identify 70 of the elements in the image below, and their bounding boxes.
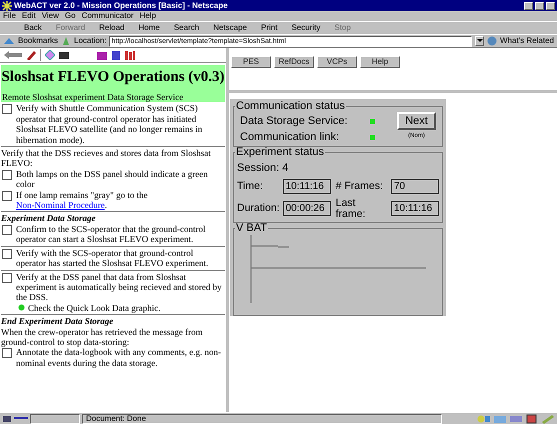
status-text: Document: Done [82,414,442,424]
toolbar-button[interactable]: Print [261,24,278,32]
field-label: Last frame: [336,198,366,219]
whats-related-button[interactable]: What's Related [500,37,554,45]
menu-item[interactable]: Go [64,12,76,20]
checkbox[interactable] [2,272,12,282]
window-title: WebACT ver 2.0 - Mission Operations [Basic] - Netscape [14,2,229,10]
checkbox[interactable] [2,224,12,235]
section-heading: Experiment Data Storage [1,213,97,224]
checkbox[interactable] [2,190,12,201]
dropdown-button[interactable] [475,36,484,46]
value-field: 10:11:16 [282,179,331,194]
menu-item[interactable]: Help [140,12,156,20]
procedure-title: Sloshsat FLEVO Operations (v0.3) [1,68,225,87]
toolbar-button[interactable]: Home [138,24,160,32]
progress-panel [30,414,80,424]
location-label: Location: [74,37,106,45]
checkbox[interactable] [2,170,12,180]
toolbar-button[interactable]: Security [291,24,320,32]
toolbar-button[interactable]: Netscape [213,24,247,32]
procedure-subtitle: Remote Sloshsat experiment Data Storage Service [1,91,184,102]
checklist-text: Verify at the DSS panel that data from Sloshsat experiment is automatically being recieved and stored by the DSS. [16,272,223,303]
caret-icon [476,39,482,43]
field-label: # Frames: [336,181,384,192]
group-title: Experiment status [235,147,326,158]
status-label: Data Storage Service: [240,116,349,127]
field-label: Time: [237,181,264,192]
instruction-text: Verify that the DSS recieves and stores data from Sloshsat FLEVO: [1,148,212,169]
group-title: Communication status [235,101,346,112]
value-field: 10:11:16 [391,201,439,216]
checklist-text: Annotate the data-logbook with any comments, e.g. non-nominal events during the data storage. [16,347,222,368]
menu-item[interactable]: Communicator [82,12,134,20]
maximize-button[interactable] [535,2,544,10]
bullet-icon [18,304,25,312]
checkbox[interactable] [2,248,12,259]
books-icon [125,50,135,60]
procedure-link[interactable]: Non-Nominal Procedure [16,200,105,210]
minimize-button[interactable] [524,2,533,10]
checklist-text: Verify with the SCS-operator that ground-control operator has started the Sloshsat FLEVO experiment. [16,248,210,268]
next-button[interactable]: Next [397,112,436,130]
back-arrow-icon [4,50,22,60]
status-label: Communication link: [240,132,340,143]
section-heading: End Experiment Data Storage [1,316,114,327]
group-title: V BAT [235,223,268,234]
pencil-icon [26,50,36,60]
toolbar-button[interactable]: Search [174,24,200,32]
checklist-text: If one lamp remains "gray" go to the Non-Nominal Procedure. [16,190,149,210]
nav-button[interactable]: PES [231,56,271,68]
toolbar-button[interactable]: Back [24,24,42,32]
checklist-text: Both lamps on the DSS panel should indicate a green color [16,168,209,190]
menu-item[interactable]: Edit [22,12,36,20]
value-field: 00:00:26 [282,201,331,216]
checklist-text: Verify with Shuttle Communication System (SCS) operator that ground-control operator has initiated Sloshsat FLEVO satellite (and no longer remains in hibernation mode). [16,103,204,146]
note-text: Check the Quick Look Data graphic. [28,302,160,314]
nav-button[interactable]: RefDocs [274,56,314,68]
session-label: Session: 4 [237,161,290,176]
nav-button[interactable]: Help [360,56,400,68]
menu-item[interactable]: File [3,12,16,20]
checkbox[interactable] [2,348,12,358]
menu-item[interactable]: View [42,12,59,20]
diamond-icon [45,50,55,60]
nav-button[interactable]: VCPs [317,56,357,68]
value-field: 70 [391,179,439,194]
toolbar-button[interactable]: Reload [99,24,124,32]
field-label: Duration: [237,203,280,214]
checklist-text: Confirm to the SCS-operator that the ground-control operator can start a Sloshsat FLEVO experiment. [16,224,206,245]
instruction-text: When the crew-operator has retrieved the message from ground-control to stop data-storing: [1,326,204,348]
close-button[interactable] [546,2,555,10]
bookmarks-button[interactable]: Bookmarks [18,37,58,45]
checkbox[interactable] [2,104,12,114]
